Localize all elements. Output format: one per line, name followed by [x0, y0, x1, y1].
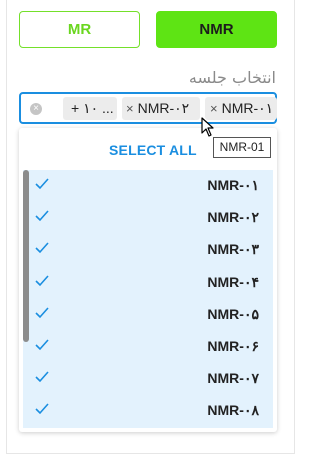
clear-icon[interactable]: ×	[30, 103, 42, 115]
option-label: NMR-۰۳	[207, 241, 259, 258]
check-icon	[35, 275, 49, 286]
option-row[interactable]: NMR-۰۸	[23, 395, 273, 427]
check-icon	[35, 307, 49, 318]
mouse-cursor-icon	[201, 117, 214, 137]
check-icon	[35, 242, 49, 254]
session-select-label: انتخاب جلسه	[188, 68, 276, 87]
option-row[interactable]: NMR-۰۴	[23, 267, 273, 299]
option-row[interactable]: NMR-۰۲	[23, 202, 273, 234]
chip-nmr-02[interactable]: × NMR-۰۲	[122, 97, 200, 120]
option-row[interactable]: NMR-۰۱	[23, 170, 273, 202]
option-label: NMR-۰۷	[207, 370, 259, 387]
chip-label: NMR-۰۲	[137, 100, 190, 116]
check-icon	[35, 210, 49, 222]
check-icon	[35, 178, 49, 190]
more-chip[interactable]: + ۱۰ ...	[63, 97, 117, 120]
option-label: NMR-۰۲	[207, 209, 259, 226]
option-label: NMR-۰۴	[207, 273, 259, 290]
option-label: NMR-۰۵	[207, 305, 259, 322]
chip-label: NMR-۰۱	[221, 100, 274, 116]
option-row[interactable]: NMR-۰۳	[23, 234, 273, 266]
select-all-button[interactable]: SELECT ALL	[109, 142, 197, 158]
check-icon	[35, 403, 49, 415]
remove-chip-icon[interactable]: ×	[210, 101, 218, 116]
chip-nmr-01[interactable]: × NMR-۰۱	[205, 97, 277, 120]
option-label: NMR-۰۱	[207, 177, 259, 193]
option-label: NMR-۰۸	[207, 402, 259, 419]
tooltip: NMR-01	[213, 137, 271, 158]
mr-button[interactable]: MR	[19, 11, 140, 48]
options-list: NMR-۰۱ NMR-۰۲ NMR-۰۳ NMR-۰۴ NMR-۰۵ NMR-۰۶ NMR-…	[23, 170, 273, 428]
options-dropdown: SELECT ALL NMR-۰۱ NMR-۰۲ NMR-۰۳ NMR-۰۴ NMR-۰…	[19, 128, 277, 432]
option-label: NMR-۰۶	[207, 338, 259, 354]
remove-chip-icon[interactable]: ×	[126, 101, 134, 116]
nmr-button[interactable]: NMR	[156, 11, 277, 48]
option-row[interactable]: NMR-۰۵	[23, 299, 273, 331]
check-icon	[35, 371, 49, 383]
option-row[interactable]: NMR-۰۶	[23, 331, 273, 363]
option-row[interactable]: NMR-۰۷	[23, 363, 273, 395]
check-icon	[35, 339, 49, 351]
session-multiselect[interactable]: × + ۱۰ ... × NMR-۰۲ × NMR-۰۱	[19, 92, 277, 124]
